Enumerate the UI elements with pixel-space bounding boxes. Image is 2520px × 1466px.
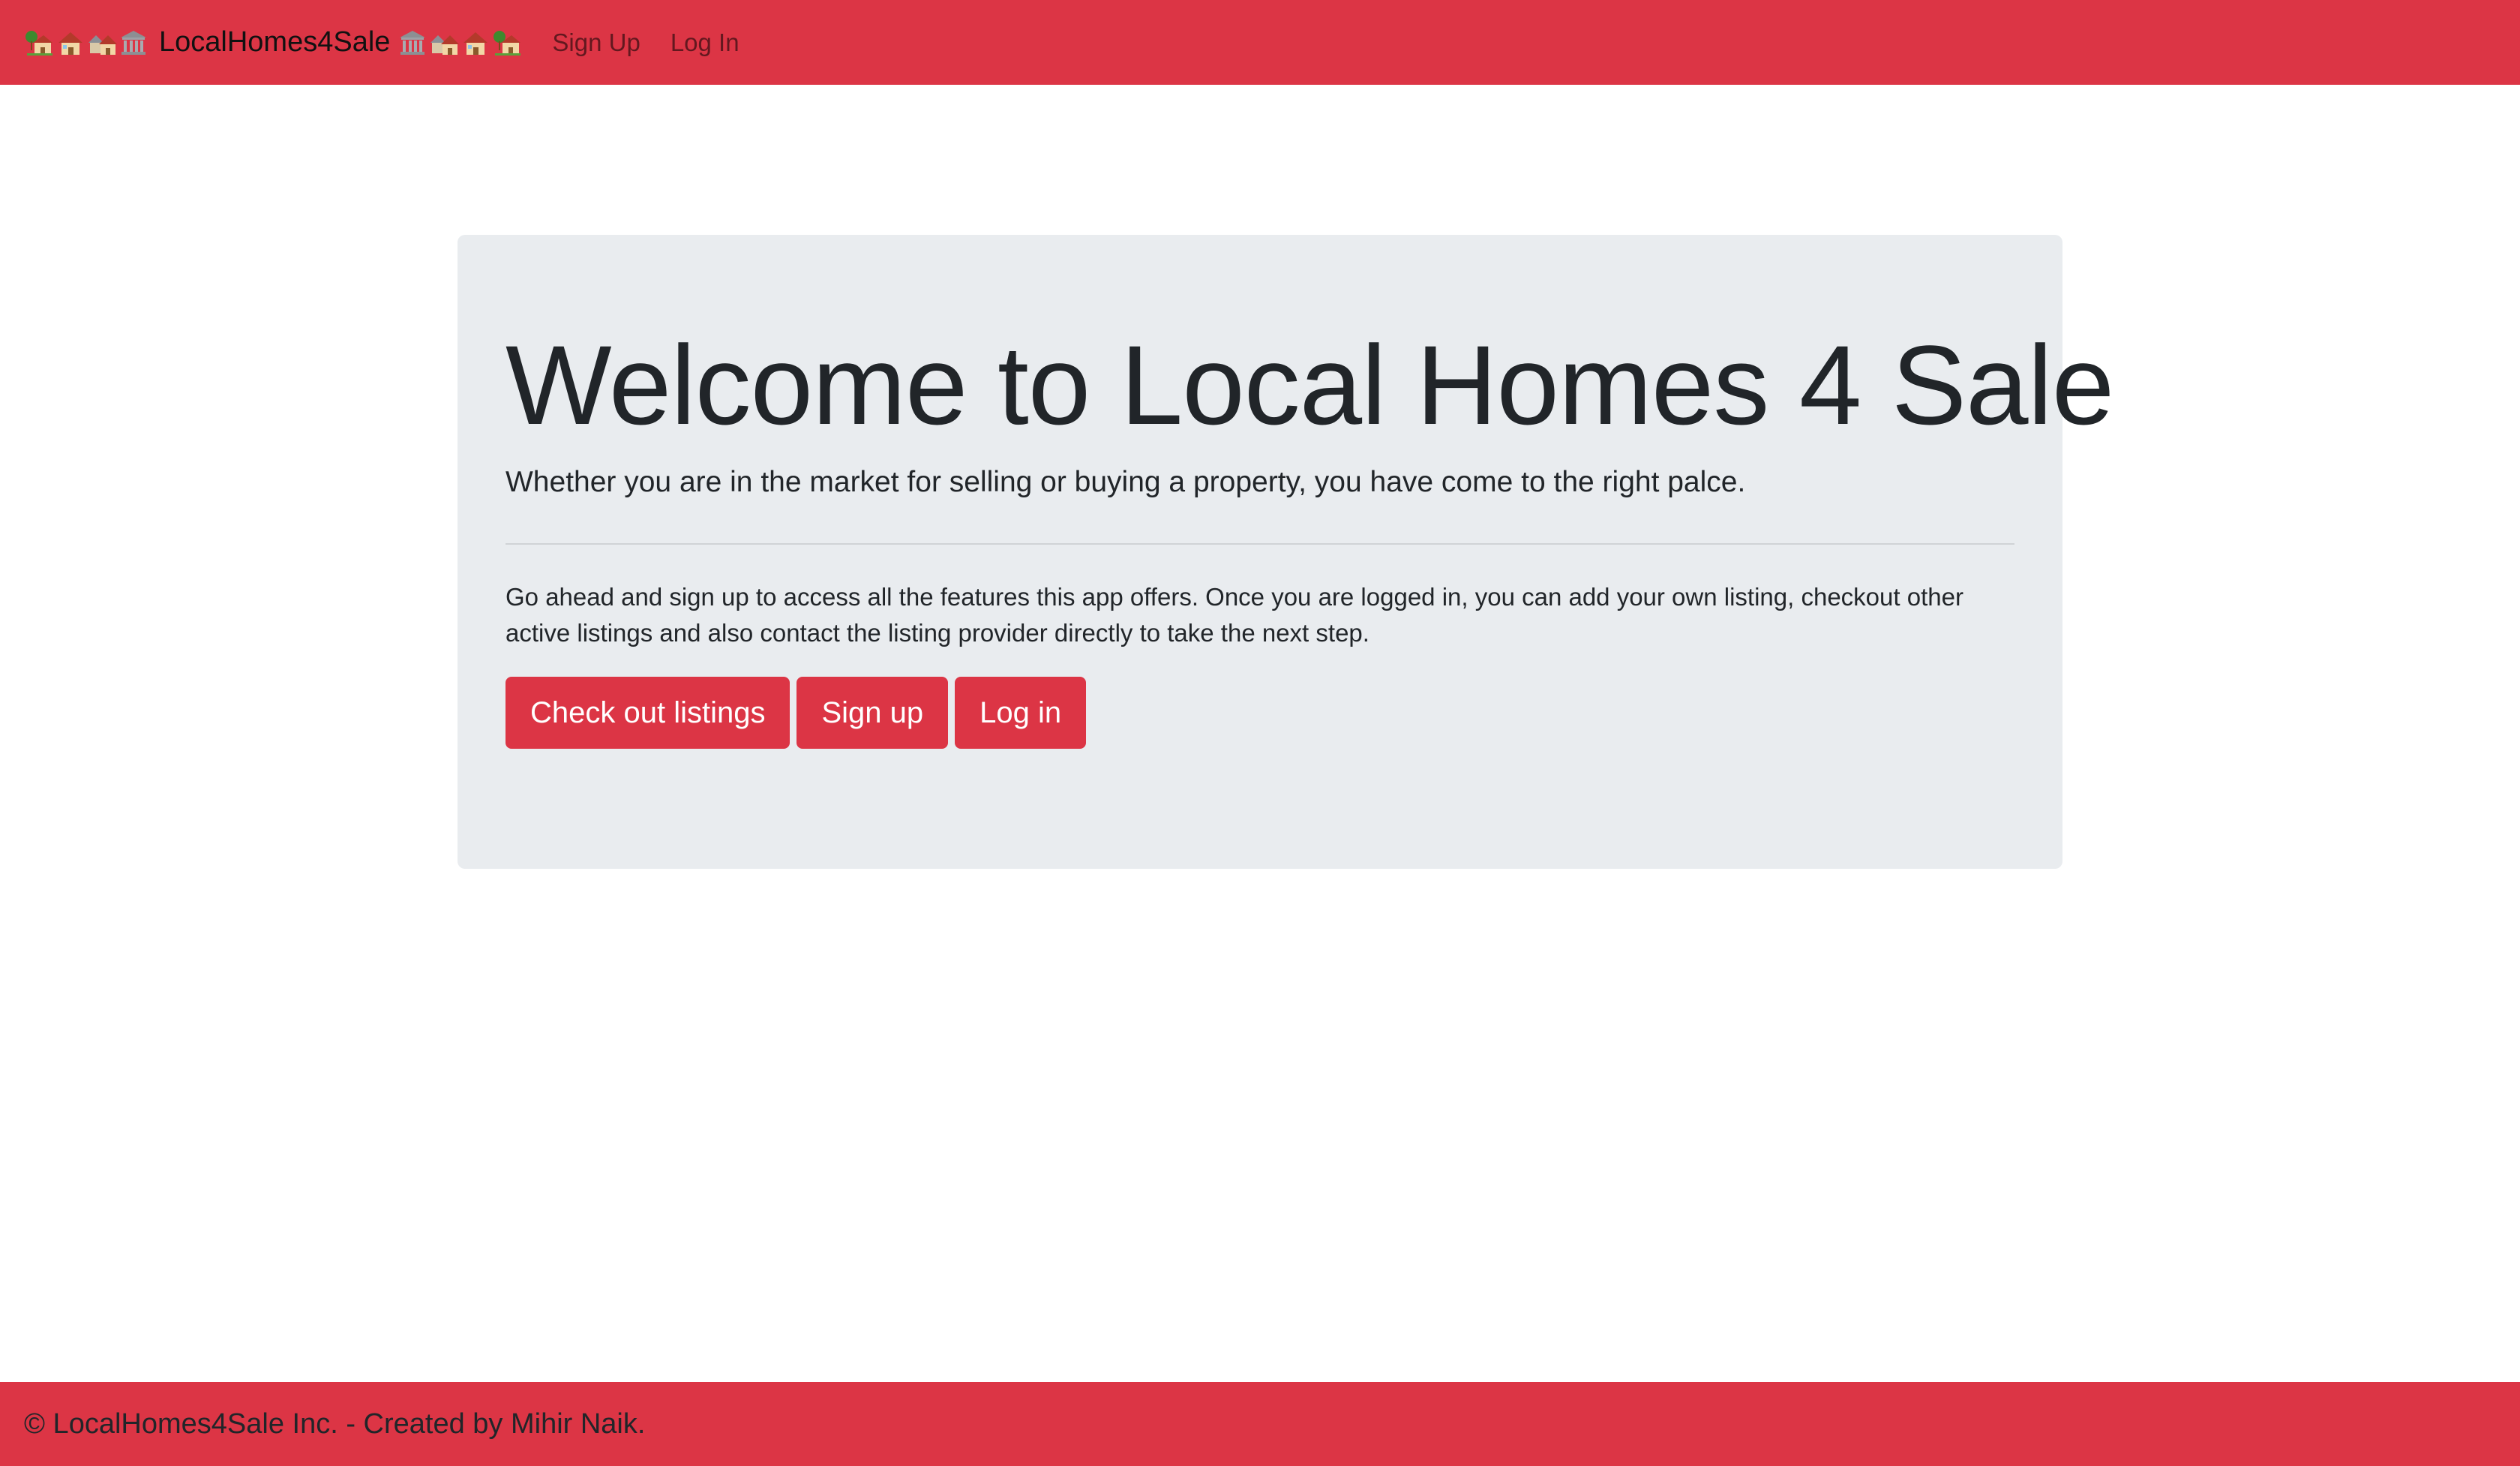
brand-link[interactable]: LocalHomes4Sale (24, 26, 524, 59)
hero-jumbotron: Welcome to Local Homes 4 Sale Whether yo… (458, 235, 2114, 869)
house-icon (460, 28, 490, 58)
nav-links: Sign Up Log In (552, 29, 769, 57)
page-title: Welcome to Local Homes 4 Sale (506, 322, 2114, 448)
house-icon (56, 28, 86, 58)
hero-button-group: Check out listings Sign up Log in (506, 677, 1093, 749)
nav-log-in-link[interactable]: Log In (670, 29, 740, 57)
houses-icon (429, 28, 459, 58)
brand-left-icons (24, 28, 150, 58)
log-in-button[interactable]: Log in (955, 677, 1087, 749)
hero-divider (506, 543, 2014, 545)
brand-name: LocalHomes4Sale (159, 26, 391, 58)
hero-lead-text: Whether you are in the market for sellin… (506, 466, 1746, 498)
top-navbar: LocalHomes4Sale Sign Up Log In (0, 0, 2520, 85)
footer-copyright: © LocalHomes4Sale Inc. - Created by Mihi… (24, 1407, 646, 1440)
page-footer: © LocalHomes4Sale Inc. - Created by Mihi… (0, 1382, 2520, 1466)
hero-body-text: Go ahead and sign up to access all the f… (506, 583, 1964, 647)
classical-building-icon (118, 28, 148, 58)
sign-up-button[interactable]: Sign up (796, 677, 949, 749)
check-out-listings-button[interactable]: Check out listings (506, 677, 790, 749)
houses-icon (87, 28, 117, 58)
house-with-garden-icon (492, 28, 522, 58)
nav-sign-up-link[interactable]: Sign Up (552, 29, 640, 57)
house-with-garden-icon (24, 28, 54, 58)
classical-building-icon (398, 28, 428, 58)
brand-right-icons (398, 28, 524, 58)
